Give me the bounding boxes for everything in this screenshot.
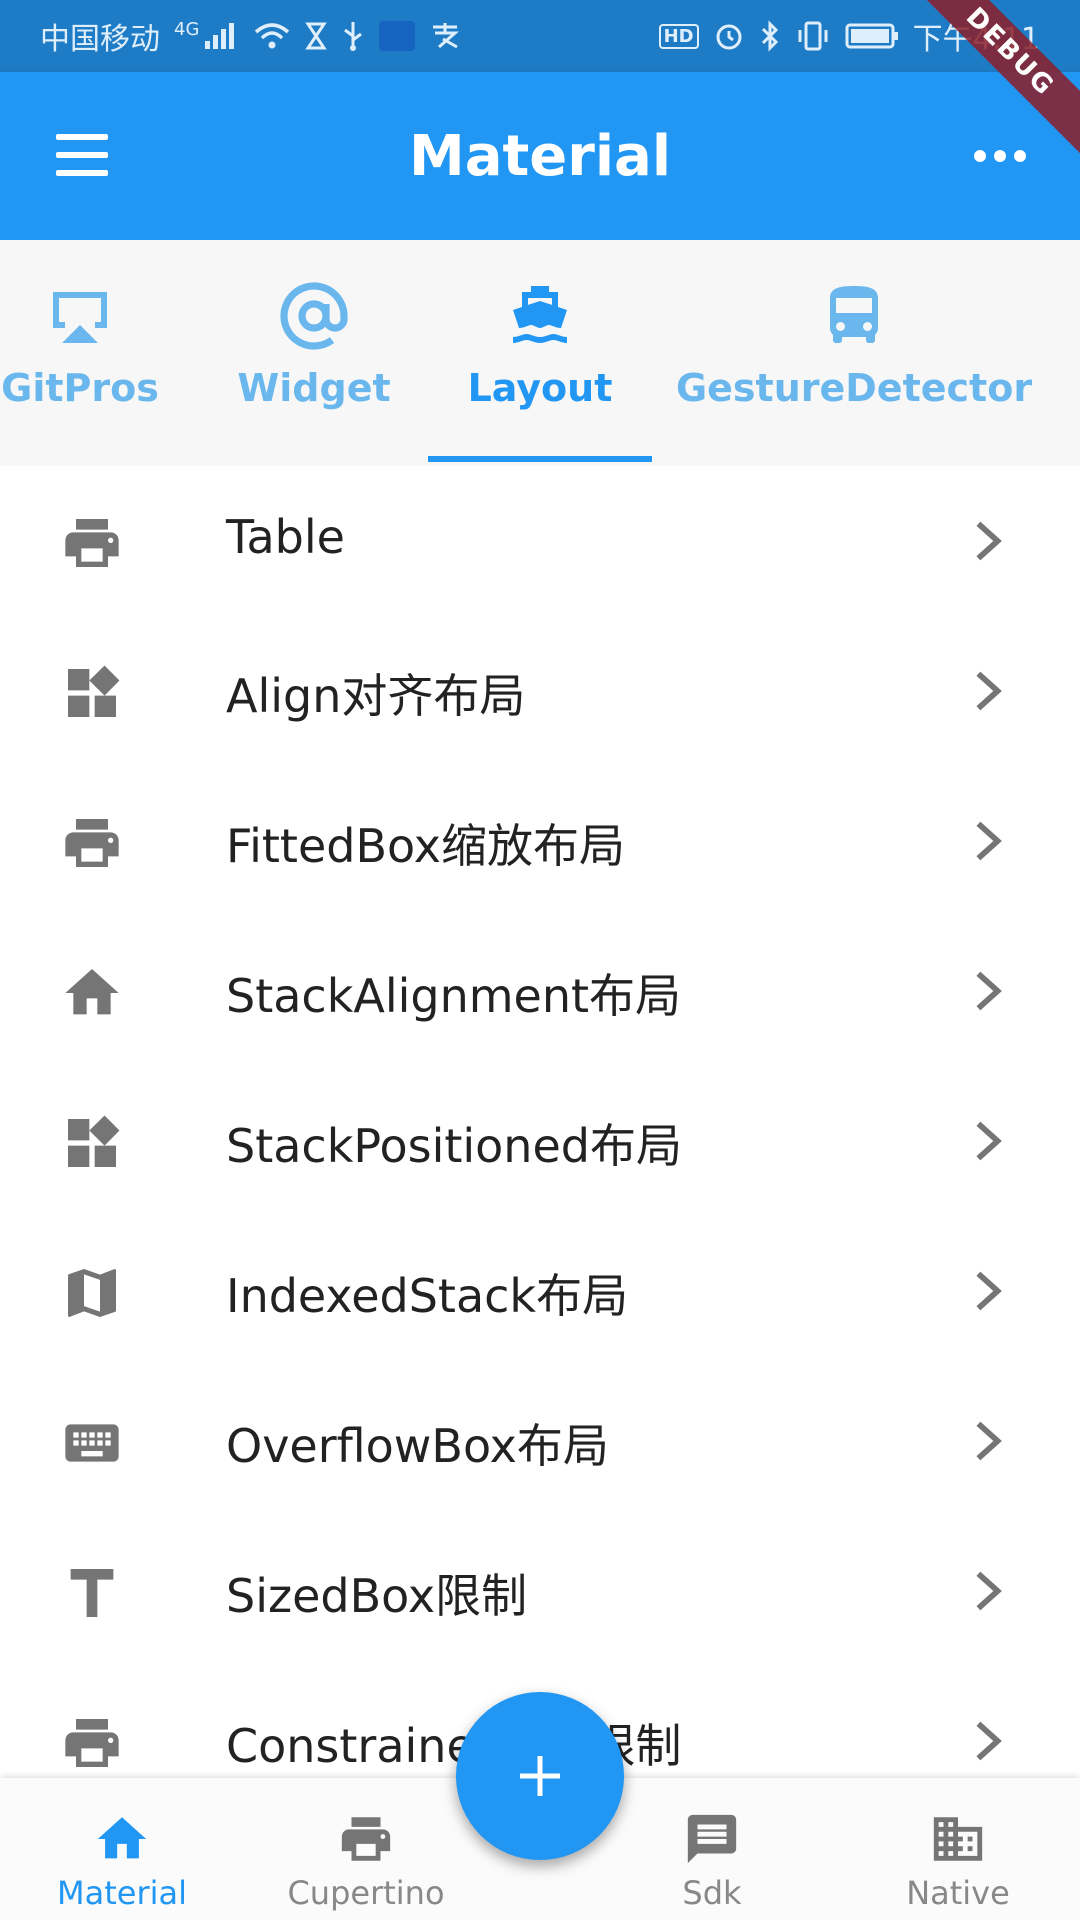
print-icon xyxy=(65,519,119,567)
signal-icon xyxy=(205,23,235,49)
nav-label: Native xyxy=(906,1874,1010,1912)
list-item-label: StackPositioned布局 xyxy=(226,1119,682,1173)
home-icon xyxy=(97,1817,147,1859)
tab-gesturedetector[interactable]: GestureDetector xyxy=(676,240,1032,466)
usb-icon xyxy=(344,22,363,51)
list-item-label: SizedBox限制 xyxy=(226,1569,528,1623)
home-icon xyxy=(65,969,119,1015)
page-title: Material xyxy=(408,124,672,189)
status-bar: 中国移动 4G HD 下午4:11 xyxy=(0,0,1080,72)
more-horiz-icon[interactable] xyxy=(972,136,1032,176)
chevron-right-icon xyxy=(976,1571,1002,1611)
at-sign-icon xyxy=(280,282,348,350)
keyboard-icon xyxy=(65,1424,119,1462)
status-left: 中国移动 4G xyxy=(40,14,461,58)
airplay-icon xyxy=(53,292,107,343)
list-item-fittedbox[interactable]: FittedBox缩放布局 xyxy=(0,766,1080,916)
app-bar: Material xyxy=(0,72,1080,240)
nav-label: Sdk xyxy=(682,1874,742,1912)
print-icon xyxy=(65,819,119,867)
chevron-right-icon xyxy=(976,821,1002,861)
add-icon xyxy=(520,1756,560,1796)
list-item-sizedbox[interactable]: SizedBox限制 xyxy=(0,1516,1080,1666)
widgets-icon xyxy=(68,1115,120,1167)
tab-bar: GitPros Widget Layout GestureDetector xyxy=(0,240,1080,466)
message-icon xyxy=(687,1814,737,1864)
chevron-right-icon xyxy=(976,1121,1002,1161)
chevron-right-icon xyxy=(976,521,1002,561)
list-item-table[interactable]: Table xyxy=(0,466,1080,616)
vibrate-icon xyxy=(798,21,828,51)
business-icon xyxy=(933,1817,983,1861)
nav-material[interactable]: Material xyxy=(22,1778,222,1920)
list-item-stackpositioned[interactable]: StackPositioned布局 xyxy=(0,1066,1080,1216)
print-icon xyxy=(341,1817,391,1861)
list-item-overflowbox[interactable]: OverflowBox布局 xyxy=(0,1366,1080,1516)
nav-native[interactable]: Native xyxy=(858,1778,1058,1920)
list-item-label: FittedBox缩放布局 xyxy=(226,819,625,873)
tab-label: Layout xyxy=(467,366,613,410)
bluetooth-icon xyxy=(761,20,778,52)
bus-icon xyxy=(830,286,878,343)
tab-label: GestureDetector xyxy=(675,366,1033,410)
nav-sdk[interactable]: Sdk xyxy=(612,1778,812,1920)
list-item-stackalignment[interactable]: StackAlignment布局 xyxy=(0,916,1080,1066)
text-icon xyxy=(70,1569,114,1617)
hourglass-icon xyxy=(305,22,328,50)
network-label: 4G xyxy=(174,18,200,40)
wifi-icon xyxy=(255,23,290,49)
chevron-right-icon xyxy=(976,1421,1002,1461)
layout-list[interactable]: Table Align对齐布局 FittedBox缩放布局 StackAlign… xyxy=(0,466,1080,1778)
widgets-icon xyxy=(68,665,120,717)
tab-label: Widget xyxy=(237,366,391,410)
nav-label: Material xyxy=(57,1874,187,1912)
ship-icon xyxy=(513,286,567,343)
alipay-icon xyxy=(433,23,460,49)
hd-badge: HD xyxy=(658,23,699,49)
list-item-label: Align对齐布局 xyxy=(226,669,526,723)
nav-label: Cupertino xyxy=(287,1874,445,1912)
list-item-label: Table xyxy=(226,510,345,564)
add-button[interactable] xyxy=(456,1692,624,1860)
list-item-label: StackAlignment布局 xyxy=(226,969,682,1023)
chevron-right-icon xyxy=(976,1721,1002,1761)
list-item-label: IndexedStack布局 xyxy=(226,1269,629,1323)
nav-cupertino[interactable]: Cupertino xyxy=(266,1778,466,1920)
battery-icon xyxy=(845,23,898,49)
carrier-label: 中国移动 xyxy=(40,22,160,57)
map-icon xyxy=(68,1269,116,1317)
chevron-right-icon xyxy=(976,971,1002,1011)
list-item-label: OverflowBox布局 xyxy=(226,1419,609,1473)
app-icon xyxy=(379,21,416,51)
tab-gitpros[interactable]: GitPros xyxy=(0,240,160,466)
chevron-right-icon xyxy=(976,1271,1002,1311)
list-item-indexedstack[interactable]: IndexedStack布局 xyxy=(0,1216,1080,1366)
alarm-icon xyxy=(716,24,742,50)
tab-label: GitPros xyxy=(1,366,159,410)
list-item-align[interactable]: Align对齐布局 xyxy=(0,616,1080,766)
print-icon xyxy=(65,1719,119,1767)
tab-indicator xyxy=(428,456,652,462)
tab-layout[interactable]: Layout xyxy=(440,240,640,466)
tab-widget[interactable]: Widget xyxy=(234,240,394,466)
chevron-right-icon xyxy=(976,671,1002,711)
